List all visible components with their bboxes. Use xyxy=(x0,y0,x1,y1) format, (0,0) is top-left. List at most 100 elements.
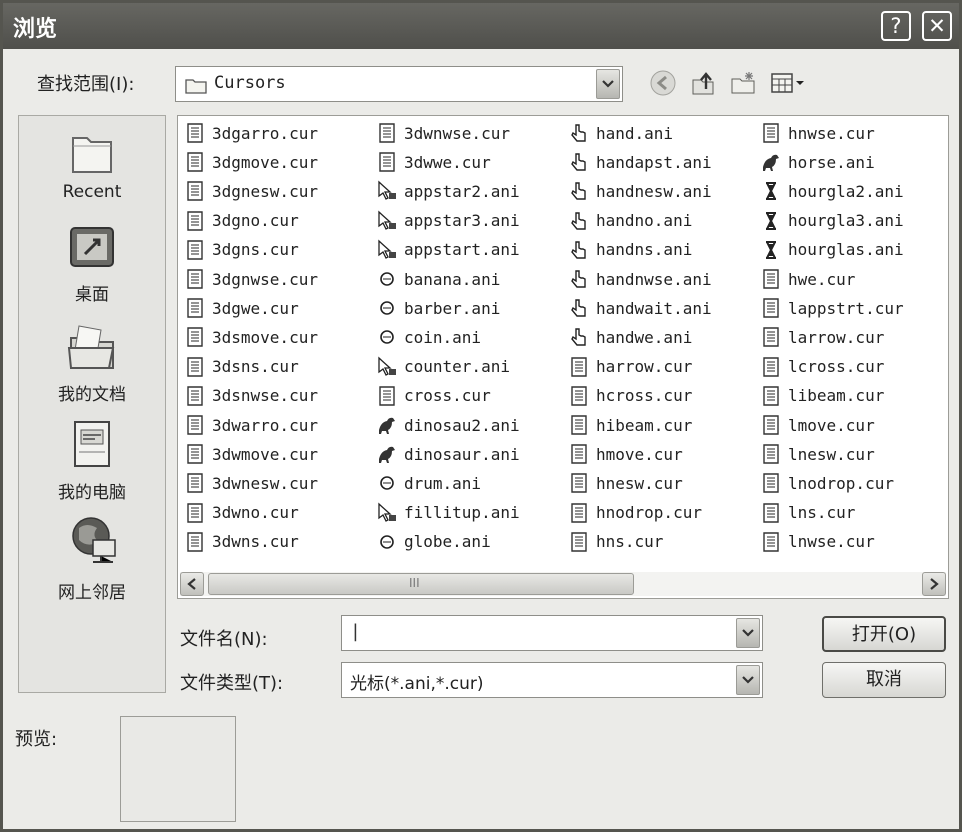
file-item[interactable]: drum.ani xyxy=(376,470,481,496)
file-item[interactable]: banana.ani xyxy=(376,266,500,292)
file-name: hnwse.cur xyxy=(788,123,875,143)
chevron-down-icon[interactable] xyxy=(596,69,620,99)
file-item[interactable]: lns.cur xyxy=(760,500,855,526)
file-item[interactable]: 3dwnesw.cur xyxy=(184,470,318,496)
file-item[interactable]: handapst.ani xyxy=(568,149,712,175)
file-item[interactable]: harrow.cur xyxy=(568,354,692,380)
file-item[interactable]: horse.ani xyxy=(760,149,875,175)
file-item[interactable]: 3dsnwse.cur xyxy=(184,383,318,409)
filetype-combo[interactable]: 光标(*.ani,*.cur) xyxy=(341,662,763,698)
file-item[interactable]: hmove.cur xyxy=(568,441,683,467)
scrollbar-thumb[interactable]: III xyxy=(208,573,634,595)
file-item[interactable]: 3dwmove.cur xyxy=(184,441,318,467)
file-item[interactable]: hnodrop.cur xyxy=(568,500,702,526)
file-item[interactable]: dinosau2.ani xyxy=(376,412,520,438)
chevron-down-icon[interactable] xyxy=(736,618,760,648)
view-menu-icon[interactable] xyxy=(767,67,809,99)
file-item[interactable]: 3dwns.cur xyxy=(184,529,299,555)
place-my-computer[interactable]: 我的电脑 xyxy=(19,418,165,503)
file-item[interactable]: globe.ani xyxy=(376,529,491,555)
file-item[interactable]: handns.ani xyxy=(568,237,692,263)
file-item[interactable]: handno.ani xyxy=(568,208,692,234)
cursor-file-icon xyxy=(187,356,203,377)
file-item[interactable]: 3dgarro.cur xyxy=(184,120,318,146)
file-item[interactable]: 3dgns.cur xyxy=(184,237,299,263)
file-item[interactable]: cross.cur xyxy=(376,383,491,409)
file-name: hourgla2.ani xyxy=(788,181,904,201)
file-item[interactable]: handnwse.ani xyxy=(568,266,712,292)
help-button[interactable]: ? xyxy=(881,11,911,41)
place-label: 桌面 xyxy=(75,285,109,305)
file-name: fillitup.ani xyxy=(404,503,520,523)
file-item[interactable]: 3dwarro.cur xyxy=(184,412,318,438)
file-item[interactable]: larrow.cur xyxy=(760,324,884,350)
close-button[interactable]: ✕ xyxy=(922,11,952,41)
place-label: 我的电脑 xyxy=(58,483,126,503)
look-in-combo[interactable]: Cursors xyxy=(175,66,623,102)
place-recent[interactable]: Recent xyxy=(19,128,165,202)
cursor-file-icon xyxy=(187,444,203,464)
file-item[interactable]: 3dgnwse.cur xyxy=(184,266,318,292)
file-item[interactable]: hns.cur xyxy=(568,529,663,555)
file-item[interactable]: hwe.cur xyxy=(760,266,855,292)
file-item[interactable]: 3dwwe.cur xyxy=(376,149,491,175)
chevron-down-icon[interactable] xyxy=(736,665,760,695)
cursor-file-icon xyxy=(379,386,395,406)
scrollbar-grip: III xyxy=(409,576,420,590)
file-item[interactable]: hnesw.cur xyxy=(568,470,683,496)
file-item[interactable]: hand.ani xyxy=(568,120,673,146)
place-desktop[interactable]: 桌面 xyxy=(19,224,165,305)
file-item[interactable]: hourgla2.ani xyxy=(760,178,904,204)
file-item[interactable]: lmove.cur xyxy=(760,412,875,438)
file-item[interactable]: hourgla3.ani xyxy=(760,208,904,234)
file-item[interactable]: barber.ani xyxy=(376,295,500,321)
file-item[interactable]: 3dwnwse.cur xyxy=(376,120,510,146)
cursor-file-icon xyxy=(571,356,587,377)
file-item[interactable]: lnwse.cur xyxy=(760,529,875,555)
file-item[interactable]: 3dgwe.cur xyxy=(184,295,299,321)
file-item[interactable]: 3dgnesw.cur xyxy=(184,178,318,204)
file-item[interactable]: appstar3.ani xyxy=(376,208,520,234)
file-name: 3dwmove.cur xyxy=(212,444,318,464)
file-item[interactable]: counter.ani xyxy=(376,354,510,380)
file-item[interactable]: coin.ani xyxy=(376,324,481,350)
file-item[interactable]: 3dgmove.cur xyxy=(184,149,318,175)
file-list[interactable]: 3dgarro.cur 3dgmove.cur 3dgnesw.cur 3dgno.c… xyxy=(177,115,949,599)
file-item[interactable]: handnesw.ani xyxy=(568,178,712,204)
file-item[interactable]: appstart.ani xyxy=(376,237,520,263)
file-item[interactable]: 3dsmove.cur xyxy=(184,324,318,350)
file-item[interactable]: handwait.ani xyxy=(568,295,712,321)
file-item[interactable]: hibeam.cur xyxy=(568,412,692,438)
up-folder-icon[interactable] xyxy=(687,67,719,99)
file-item[interactable]: fillitup.ani xyxy=(376,500,520,526)
scroll-left-button[interactable] xyxy=(180,572,204,596)
new-folder-icon[interactable] xyxy=(727,67,759,99)
file-item[interactable]: hcross.cur xyxy=(568,383,692,409)
file-item[interactable]: hourglas.ani xyxy=(760,237,904,263)
back-icon[interactable] xyxy=(647,67,679,99)
cursor-file-icon xyxy=(187,532,203,552)
file-item[interactable]: libeam.cur xyxy=(760,383,884,409)
file-item[interactable]: appstar2.ani xyxy=(376,178,520,204)
horizontal-scrollbar[interactable]: III xyxy=(180,572,946,596)
file-name: lmove.cur xyxy=(788,415,875,435)
cancel-button[interactable]: 取消 xyxy=(822,662,946,698)
file-item[interactable]: lnesw.cur xyxy=(760,441,875,467)
file-item[interactable]: lnodrop.cur xyxy=(760,470,894,496)
file-name: 3dsns.cur xyxy=(212,357,299,377)
place-label: Recent xyxy=(62,182,122,202)
open-button[interactable]: 打开(O) xyxy=(822,616,946,652)
place-my-documents[interactable]: 我的文档 xyxy=(19,320,165,405)
file-item[interactable]: 3dgno.cur xyxy=(184,208,299,234)
file-item[interactable]: lcross.cur xyxy=(760,354,884,380)
place-network[interactable]: 网上邻居 xyxy=(19,514,165,603)
file-item[interactable]: dinosaur.ani xyxy=(376,441,520,467)
file-item[interactable]: lappstrt.cur xyxy=(760,295,904,321)
file-item[interactable]: 3dsns.cur xyxy=(184,354,299,380)
file-item[interactable]: 3dwno.cur xyxy=(184,500,299,526)
file-name: appstar3.ani xyxy=(404,211,520,231)
scroll-right-button[interactable] xyxy=(922,572,946,596)
filename-input[interactable]: | xyxy=(341,615,763,651)
file-item[interactable]: handwe.ani xyxy=(568,324,692,350)
file-item[interactable]: hnwse.cur xyxy=(760,120,875,146)
